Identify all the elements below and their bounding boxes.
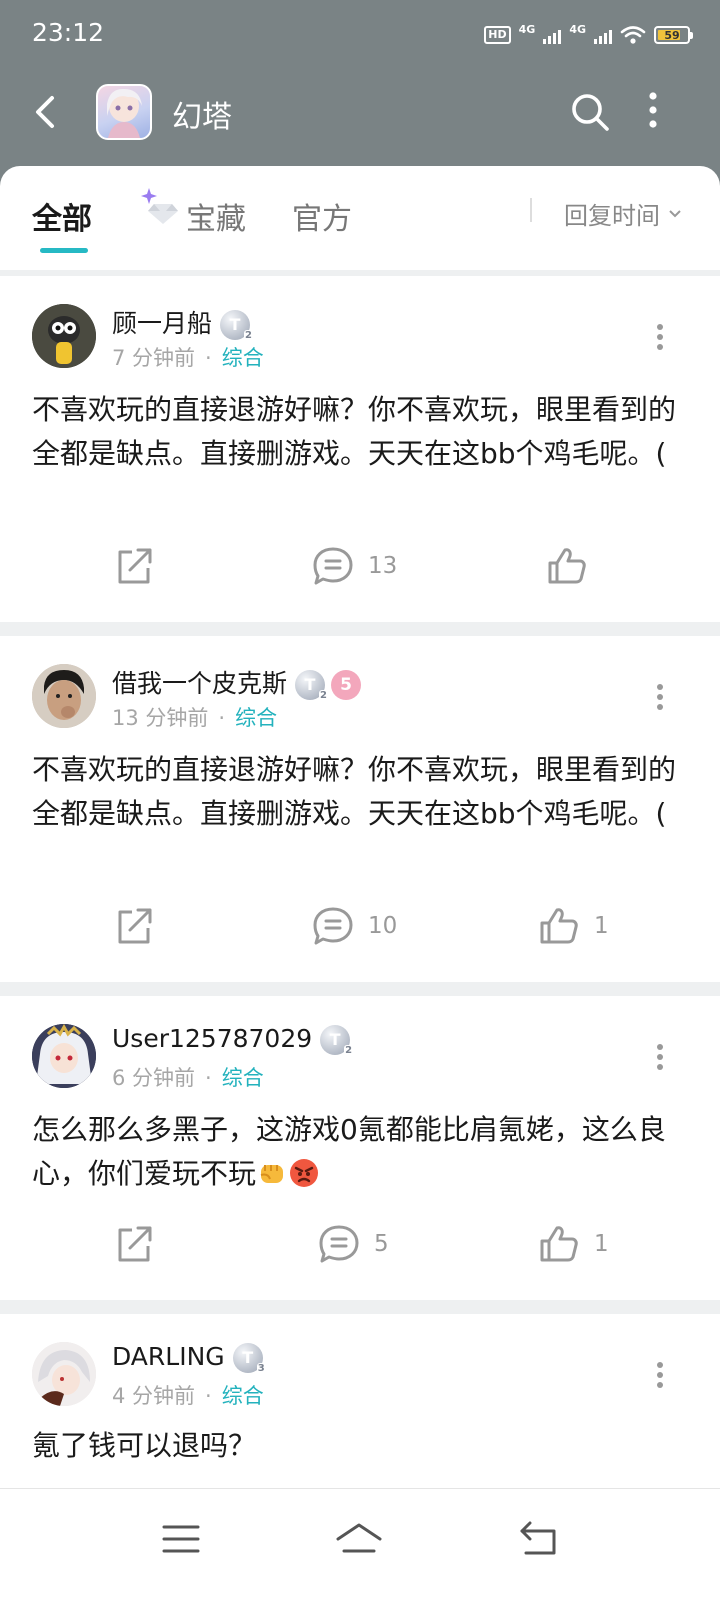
- avatar[interactable]: [32, 1024, 96, 1088]
- system-nav-bar: [0, 1488, 720, 1600]
- battery-icon: 59: [654, 26, 693, 44]
- comment-count: 13: [368, 553, 398, 579]
- battery-level: 59: [664, 28, 680, 42]
- sort-label: 回复时间: [564, 202, 660, 230]
- status-icons: HD 4G 4G 59: [484, 22, 693, 48]
- comment-icon: [313, 547, 353, 585]
- share-button[interactable]: [114, 906, 154, 946]
- like-button[interactable]: 1: [538, 906, 609, 946]
- tab-treasure[interactable]: 宝藏: [186, 194, 246, 238]
- post-time: 6 分钟前: [112, 1066, 196, 1090]
- post-time: 13 分钟前: [112, 706, 209, 730]
- status-bar: 23:12 HD 4G 4G 59: [0, 0, 720, 70]
- post-content[interactable]: 不喜欢玩的直接退游好嘛？你不喜欢玩，眼里看到的全都是缺点。直接删游戏。天天在这b…: [32, 388, 692, 476]
- post-card[interactable]: User125787029 T 2 6 分钟前 · 综合 怎么那么多黑子，这游戏0氪都能…: [0, 996, 720, 1300]
- post-more-icon[interactable]: [640, 1356, 680, 1396]
- like-count: 1: [594, 1231, 609, 1257]
- username[interactable]: DARLING T 3: [112, 1342, 266, 1375]
- post-more-icon[interactable]: [640, 318, 680, 358]
- share-icon: [118, 908, 152, 944]
- hd-icon: HD: [484, 26, 511, 44]
- tab-official[interactable]: 官方: [292, 194, 352, 238]
- chevron-down-icon: [669, 209, 681, 217]
- like-icon: [540, 1226, 578, 1262]
- post-card[interactable]: 借我一个皮克斯 T 2 5 13 分钟前 · 综合 不喜欢玩的直接退游好嘛？你不喜欢玩，眼…: [0, 636, 720, 982]
- post-category[interactable]: 综合: [222, 1066, 264, 1090]
- post-meta: 7 分钟前 · 综合: [112, 346, 264, 370]
- post-more-icon[interactable]: [640, 1038, 680, 1078]
- share-icon: [118, 548, 152, 584]
- return-icon[interactable]: [516, 1517, 566, 1561]
- post-meta: 4 分钟前 · 综合: [112, 1384, 264, 1408]
- level-badge: T2: [320, 1025, 354, 1057]
- comment-button[interactable]: 5: [318, 1224, 389, 1264]
- tab-bar: 全部 宝藏 官方 回复时间: [0, 166, 720, 270]
- like-button[interactable]: [546, 546, 602, 586]
- post-card[interactable]: 顾一月船 T 2 7 分钟前 · 综合 不喜欢玩的直接退游好嘛？你不喜欢玩，眼里看到的全…: [0, 276, 720, 622]
- divider: [530, 198, 532, 222]
- app-title: 幻塔: [172, 100, 232, 135]
- level-badge: T3: [232, 1343, 266, 1375]
- post-content[interactable]: 怎么那么多黑子，这游戏0氪都能比肩氪姥，这么良心，你们爱玩不玩: [32, 1108, 692, 1196]
- network-label-2: 4G: [569, 22, 586, 36]
- username[interactable]: 顾一月船 T 2: [112, 304, 254, 342]
- level-badge: T2: [220, 310, 254, 342]
- comment-icon: [319, 1225, 359, 1263]
- like-icon: [540, 908, 578, 944]
- post-content[interactable]: 氪了钱可以退吗？: [32, 1424, 692, 1468]
- fist-emoji-icon: [260, 1165, 284, 1183]
- more-icon[interactable]: [640, 88, 688, 136]
- avatar[interactable]: [32, 664, 96, 728]
- comment-button[interactable]: 13: [312, 546, 397, 586]
- post-category[interactable]: 综合: [235, 706, 277, 730]
- post-category[interactable]: 综合: [222, 1384, 264, 1408]
- sort-dropdown[interactable]: 回复时间: [564, 196, 682, 231]
- app-bar: 幻塔: [0, 70, 720, 160]
- share-button[interactable]: [114, 1224, 154, 1264]
- comment-button[interactable]: 10: [312, 906, 397, 946]
- post-time: 7 分钟前: [112, 346, 196, 370]
- post-time: 4 分钟前: [112, 1384, 196, 1408]
- like-icon: [548, 548, 586, 584]
- post-more-icon[interactable]: [640, 678, 680, 718]
- fan-badge-icon: 5: [331, 670, 362, 700]
- avatar[interactable]: [32, 1342, 96, 1406]
- angry-face-emoji-icon: [290, 1159, 319, 1187]
- post-content[interactable]: 不喜欢玩的直接退游好嘛？你不喜欢玩，眼里看到的全都是缺点。直接删游戏。天天在这b…: [32, 748, 692, 836]
- status-time: 23:12: [32, 18, 105, 47]
- post-card[interactable]: DARLING T 3 4 分钟前 · 综合 氪了钱可以退吗？: [0, 1314, 720, 1488]
- search-icon[interactable]: [566, 88, 614, 136]
- tab-all[interactable]: 全部: [32, 194, 92, 238]
- username[interactable]: 借我一个皮克斯 T 2 5: [112, 664, 362, 702]
- app-icon[interactable]: [96, 84, 152, 140]
- comment-icon: [313, 907, 353, 945]
- post-meta: 6 分钟前 · 综合: [112, 1066, 264, 1090]
- avatar[interactable]: [32, 304, 96, 368]
- like-button[interactable]: 1: [538, 1224, 609, 1264]
- signal-icon-1: [543, 26, 562, 44]
- active-tab-indicator: [40, 248, 88, 253]
- menu-icon[interactable]: [156, 1517, 206, 1561]
- wifi-icon: [620, 26, 646, 44]
- back-icon[interactable]: [24, 90, 68, 134]
- comment-count: 5: [374, 1231, 389, 1257]
- like-count: 1: [594, 913, 609, 939]
- comment-count: 10: [368, 913, 398, 939]
- level-badge: T2: [295, 670, 329, 702]
- share-icon: [118, 1226, 152, 1262]
- signal-icon-2: [594, 26, 612, 44]
- post-meta: 13 分钟前 · 综合: [112, 706, 278, 730]
- diamond-sparkle-icon: [141, 188, 178, 224]
- share-button[interactable]: [114, 546, 154, 586]
- post-category[interactable]: 综合: [222, 346, 264, 370]
- home-icon[interactable]: [334, 1517, 384, 1561]
- network-label-1: 4G: [518, 22, 536, 36]
- username[interactable]: User125787029 T 2: [112, 1024, 354, 1057]
